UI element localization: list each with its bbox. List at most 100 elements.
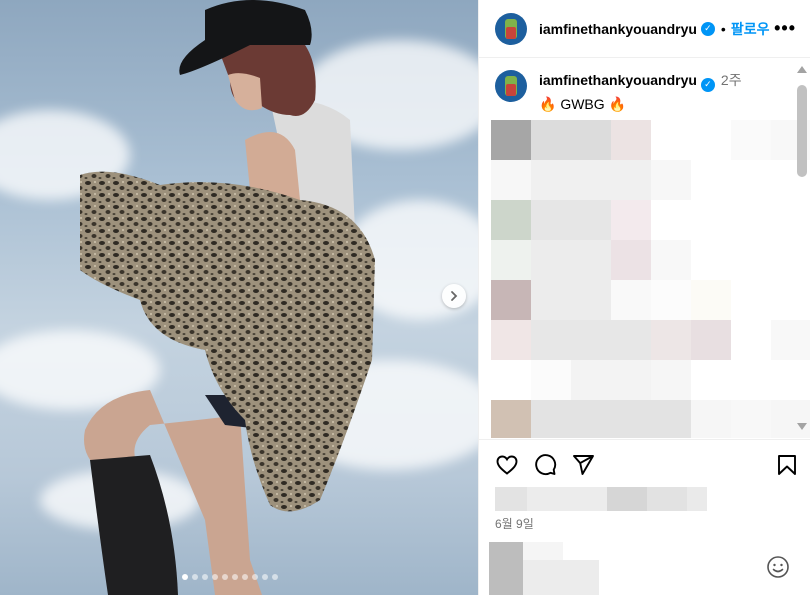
person-figure — [80, 0, 375, 595]
blurred-comment-cell — [531, 320, 571, 360]
post-header: iamfinethankyouandryu ✓ • 팔로우 ••• — [479, 0, 810, 58]
send-icon[interactable] — [571, 453, 595, 477]
blurred-comment-cell — [571, 160, 611, 200]
blurred-comment-cell — [571, 120, 611, 160]
blurred-comment-cell — [611, 200, 651, 240]
carousel-indicator — [182, 574, 278, 580]
blurred-comment-cell — [531, 120, 571, 160]
blurred-comment-cell — [491, 280, 531, 320]
blurred-comment-cell — [491, 160, 531, 200]
comment-input-blurred[interactable] — [489, 542, 619, 595]
verified-badge-icon: ✓ — [700, 77, 715, 92]
caption-text: 🔥 GWBG 🔥 — [539, 95, 626, 112]
caption-username[interactable]: iamfinethankyouandryu — [539, 72, 697, 88]
blurred-comment-cell — [531, 240, 571, 280]
blurred-comment-cell — [491, 240, 531, 280]
blurred-comment-cell — [531, 280, 571, 320]
carousel-next-button[interactable] — [442, 284, 466, 308]
blurred-comment-cell — [571, 200, 611, 240]
follow-button[interactable]: 팔로우 — [731, 19, 770, 39]
blurred-comment-cell — [531, 360, 571, 400]
scrollbar[interactable] — [794, 58, 810, 438]
blurred-comment-cell — [651, 200, 691, 240]
verified-badge-icon: ✓ — [700, 21, 715, 36]
bookmark-icon[interactable] — [775, 453, 799, 477]
blurred-comment-cell — [491, 360, 531, 400]
blurred-comment-cell — [731, 280, 771, 320]
comments-section[interactable]: iamfinethankyouandryu ✓ 2주 🔥 GWBG 🔥 — [479, 58, 810, 438]
instagram-post-modal: iamfinethankyouandryu ✓ • 팔로우 ••• iamfin… — [0, 0, 810, 595]
blurred-comment-cell — [731, 240, 771, 280]
avatar[interactable] — [495, 12, 527, 45]
carousel-dot — [242, 574, 248, 580]
carousel-dot — [212, 574, 218, 580]
comment-icon[interactable] — [533, 453, 557, 477]
likes-count-blurred — [495, 487, 799, 511]
blurred-comment-cell — [691, 160, 731, 200]
scroll-down-arrow[interactable] — [797, 423, 807, 430]
blurred-comment-cell — [691, 280, 731, 320]
blurred-comment-cell — [611, 320, 651, 360]
scrollbar-thumb[interactable] — [797, 85, 807, 177]
blurred-comment-cell — [571, 360, 611, 400]
post-photo[interactable] — [0, 0, 478, 595]
blurred-comment-cell — [651, 280, 691, 320]
blurred-comment-cell — [651, 400, 691, 438]
carousel-dot — [202, 574, 208, 580]
carousel-dot — [222, 574, 228, 580]
blurred-comment-cell — [571, 280, 611, 320]
blurred-comment-cell — [611, 400, 651, 438]
chevron-right-icon — [451, 291, 458, 301]
blurred-comment-cell — [491, 320, 531, 360]
username-link[interactable]: iamfinethankyouandryu — [539, 21, 697, 37]
blurred-comment-cell — [651, 160, 691, 200]
more-options-icon[interactable]: ••• — [774, 18, 796, 39]
carousel-dot — [232, 574, 238, 580]
blurred-comment-cell — [651, 320, 691, 360]
blurred-comment-cell — [491, 200, 531, 240]
blurred-comment-cell — [731, 360, 771, 400]
blurred-comment-cell — [691, 320, 731, 360]
blurred-comment-cell — [491, 120, 531, 160]
blurred-comment-cell — [691, 240, 731, 280]
blurred-comment-cell — [611, 120, 651, 160]
post-date[interactable]: 6월 9일 — [495, 515, 799, 532]
blurred-comment-cell — [651, 360, 691, 400]
blurred-comment-cell — [691, 400, 731, 438]
blurred-comment-cell — [731, 320, 771, 360]
blurred-comment-cell — [731, 120, 771, 160]
blurred-comment-cell — [651, 120, 691, 160]
emoji-icon[interactable] — [766, 555, 790, 579]
carousel-dot — [262, 574, 268, 580]
carousel-dot — [182, 574, 188, 580]
blurred-comments — [491, 120, 810, 438]
blurred-comment-cell — [611, 160, 651, 200]
blurred-comment-cell — [611, 240, 651, 280]
action-bar: 6월 9일 — [479, 439, 810, 532]
post-side-panel: iamfinethankyouandryu ✓ • 팔로우 ••• iamfin… — [478, 0, 810, 595]
blurred-comment-cell — [531, 400, 571, 438]
blurred-comment-cell — [611, 360, 651, 400]
blurred-comment-cell — [531, 160, 571, 200]
blurred-comment-cell — [691, 360, 731, 400]
blurred-comment-cell — [691, 120, 731, 160]
separator: • — [720, 20, 726, 37]
blurred-comment-cell — [731, 400, 771, 438]
blurred-comment-cell — [571, 400, 611, 438]
blurred-comment-cell — [571, 240, 611, 280]
blurred-comment-cell — [531, 200, 571, 240]
blurred-comment-cell — [491, 400, 531, 438]
blurred-comment-cell — [571, 320, 611, 360]
heart-icon[interactable] — [495, 453, 519, 477]
carousel-dot — [252, 574, 258, 580]
blurred-comment-cell — [731, 200, 771, 240]
blurred-comment-cell — [651, 240, 691, 280]
caption-time[interactable]: 2주 — [721, 72, 742, 88]
caption: iamfinethankyouandryu ✓ 2주 🔥 GWBG 🔥 — [479, 58, 810, 113]
avatar[interactable] — [495, 70, 527, 102]
blurred-comment-cell — [611, 280, 651, 320]
carousel-dot — [192, 574, 198, 580]
scroll-up-arrow[interactable] — [797, 66, 807, 73]
carousel-dot — [272, 574, 278, 580]
blurred-comment-cell — [731, 160, 771, 200]
